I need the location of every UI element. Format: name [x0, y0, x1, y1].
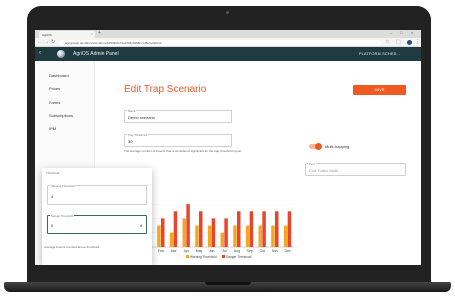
trap-threshold-value: 30 [128, 139, 133, 144]
header-nav-links[interactable]: PLATFORM SCHED... [359, 52, 400, 56]
bar-warning-feb [157, 225, 161, 247]
x-tick-label: Jul [222, 249, 227, 253]
bar-danger-feb [161, 218, 165, 247]
warning-threshold-field[interactable]: Warning Threshold 4 [47, 184, 147, 205]
x-tick-label: Mar [171, 249, 178, 253]
browser-tab[interactable]: AgriOS × [39, 31, 95, 38]
bar-warning-oct [258, 225, 263, 247]
threshold-chart: 0246JanFebMarAprMayJunJulAugSepOctNovDec… [128, 193, 298, 265]
sidebar-item-prices[interactable]: Prices [49, 86, 60, 91]
app-logo [57, 50, 65, 58]
x-tick-label: Apr [184, 249, 190, 253]
pest-field-label: Pest [308, 162, 316, 166]
x-tick-label: May [196, 249, 203, 253]
browser-tab-bar: AgriOS × + – □ × [35, 30, 421, 38]
x-tick-label: Jun [209, 249, 215, 253]
toggle-label: Multi-trapping [325, 144, 350, 149]
bar-danger-dec [287, 211, 292, 247]
bar-warning-sep [245, 225, 250, 247]
bar-danger-sep [249, 211, 254, 247]
warning-threshold-label: Warning Threshold [50, 184, 76, 188]
sidebar-item-farms[interactable]: Farms [49, 100, 60, 105]
reload-icon[interactable]: ↻ [51, 39, 55, 45]
browser-menu-icon[interactable]: ⋮ [415, 39, 420, 45]
save-button[interactable]: SAVE [353, 85, 406, 95]
bar-danger-mar [173, 211, 178, 247]
forward-icon[interactable]: → [44, 39, 49, 45]
x-tick-label: Sep [247, 249, 253, 253]
legend-label: Warning Threshold [190, 255, 217, 259]
bar-warning-dec [283, 225, 288, 247]
screen: AgriOS × + – □ × ← → ↻ agrigptapp.dev/fa… [35, 30, 421, 265]
laptop-notch [205, 282, 251, 285]
legend-swatch [186, 255, 189, 258]
warning-threshold-value: 4 [51, 194, 54, 199]
bar-danger-may [199, 211, 203, 247]
bar-danger-oct [262, 211, 266, 247]
bar-warning-may [195, 225, 199, 247]
danger-threshold-label: Danger Threshold [50, 214, 75, 218]
toggle-knob[interactable] [315, 143, 322, 150]
url-text: agrigptapp.dev/farm/scenario/edit/9f3b8a… [65, 40, 162, 45]
x-tick-label: Aug [234, 249, 240, 253]
profile-avatar[interactable] [407, 40, 412, 45]
new-tab-button[interactable]: + [98, 30, 101, 36]
name-field-label: Name [127, 109, 137, 113]
extensions-icon[interactable]: ⬚ [396, 39, 401, 45]
pest-field-placeholder: Cod Tortrix Moth [309, 168, 339, 173]
legend-swatch [222, 255, 225, 258]
name-field[interactable]: Name Demo scenario [124, 109, 232, 123]
bar-warning-apr [182, 218, 187, 247]
browser-toolbar: ← → ↻ agrigptapp.dev/farm/scenario/edit/… [35, 38, 421, 47]
chart-svg: 0246JanFebMarAprMayJunJulAugSepOctNovDec… [137, 197, 294, 259]
address-bar[interactable]: agrigptapp.dev/farm/scenario/edit/9f3b8a… [59, 39, 381, 46]
threshold-overlay-panel: Threshold Warning Threshold 4 Danger Thr… [42, 168, 152, 265]
pest-field[interactable]: Pest Cod Tortrix Moth [305, 162, 406, 176]
x-tick-label: Dec [285, 249, 291, 253]
sidebar-item-subscriptions[interactable]: Subscriptions [49, 113, 73, 118]
overlay-title: Threshold [46, 171, 60, 175]
bar-warning-jun [207, 225, 212, 247]
minimize-button[interactable]: – [390, 30, 392, 35]
bar-danger-apr [186, 204, 190, 247]
bar-danger-jul [224, 218, 228, 247]
app-title: AgriOS Admin Panel [73, 51, 119, 57]
page-title: Edit Trap Scenario [124, 84, 207, 95]
tab-close-icon[interactable]: × [91, 32, 93, 36]
danger-threshold-value: 5 [51, 223, 54, 228]
name-field-value: Demo scenario [128, 115, 155, 120]
bar-warning-nov [271, 225, 275, 247]
x-tick-label: Nov [272, 249, 278, 253]
sidebar-item-dashboard[interactable]: Dashboard [49, 73, 69, 78]
trap-threshold-label: Trap Threshold [127, 133, 148, 137]
danger-threshold-field[interactable]: Danger Threshold 5 8 [47, 214, 147, 234]
trap-threshold-helper: The average number of insects that is co… [124, 149, 243, 153]
bookmark-star-icon[interactable]: ☆ [385, 39, 389, 45]
tab-title: AgriOS [42, 32, 52, 37]
x-tick-label: Oct [260, 249, 265, 253]
sidebar-item-ipm[interactable]: IPM [49, 126, 56, 131]
app-header: ‹ AgriOS Admin Panel PLATFORM SCHED... [35, 47, 421, 61]
webcam [226, 11, 229, 14]
legend-label: Danger Threshold [226, 255, 252, 259]
back-icon[interactable]: ← [37, 39, 42, 45]
overlay-note: Average insects counted above threshold [44, 245, 99, 249]
bar-danger-jun [211, 218, 216, 247]
danger-threshold-suffix: 8 [140, 223, 143, 228]
bar-warning-jul [220, 232, 225, 247]
bar-danger-nov [275, 211, 279, 247]
menu-toggle-icon[interactable]: ‹ [39, 50, 41, 56]
x-tick-label: Feb [158, 249, 164, 253]
maximize-button[interactable]: □ [400, 30, 402, 35]
bar-warning-aug [233, 225, 237, 247]
close-window-button[interactable]: × [411, 30, 413, 35]
trap-threshold-field[interactable]: Trap Threshold 30 [124, 133, 232, 147]
bar-warning-mar [169, 232, 174, 247]
bar-danger-aug [237, 211, 241, 247]
